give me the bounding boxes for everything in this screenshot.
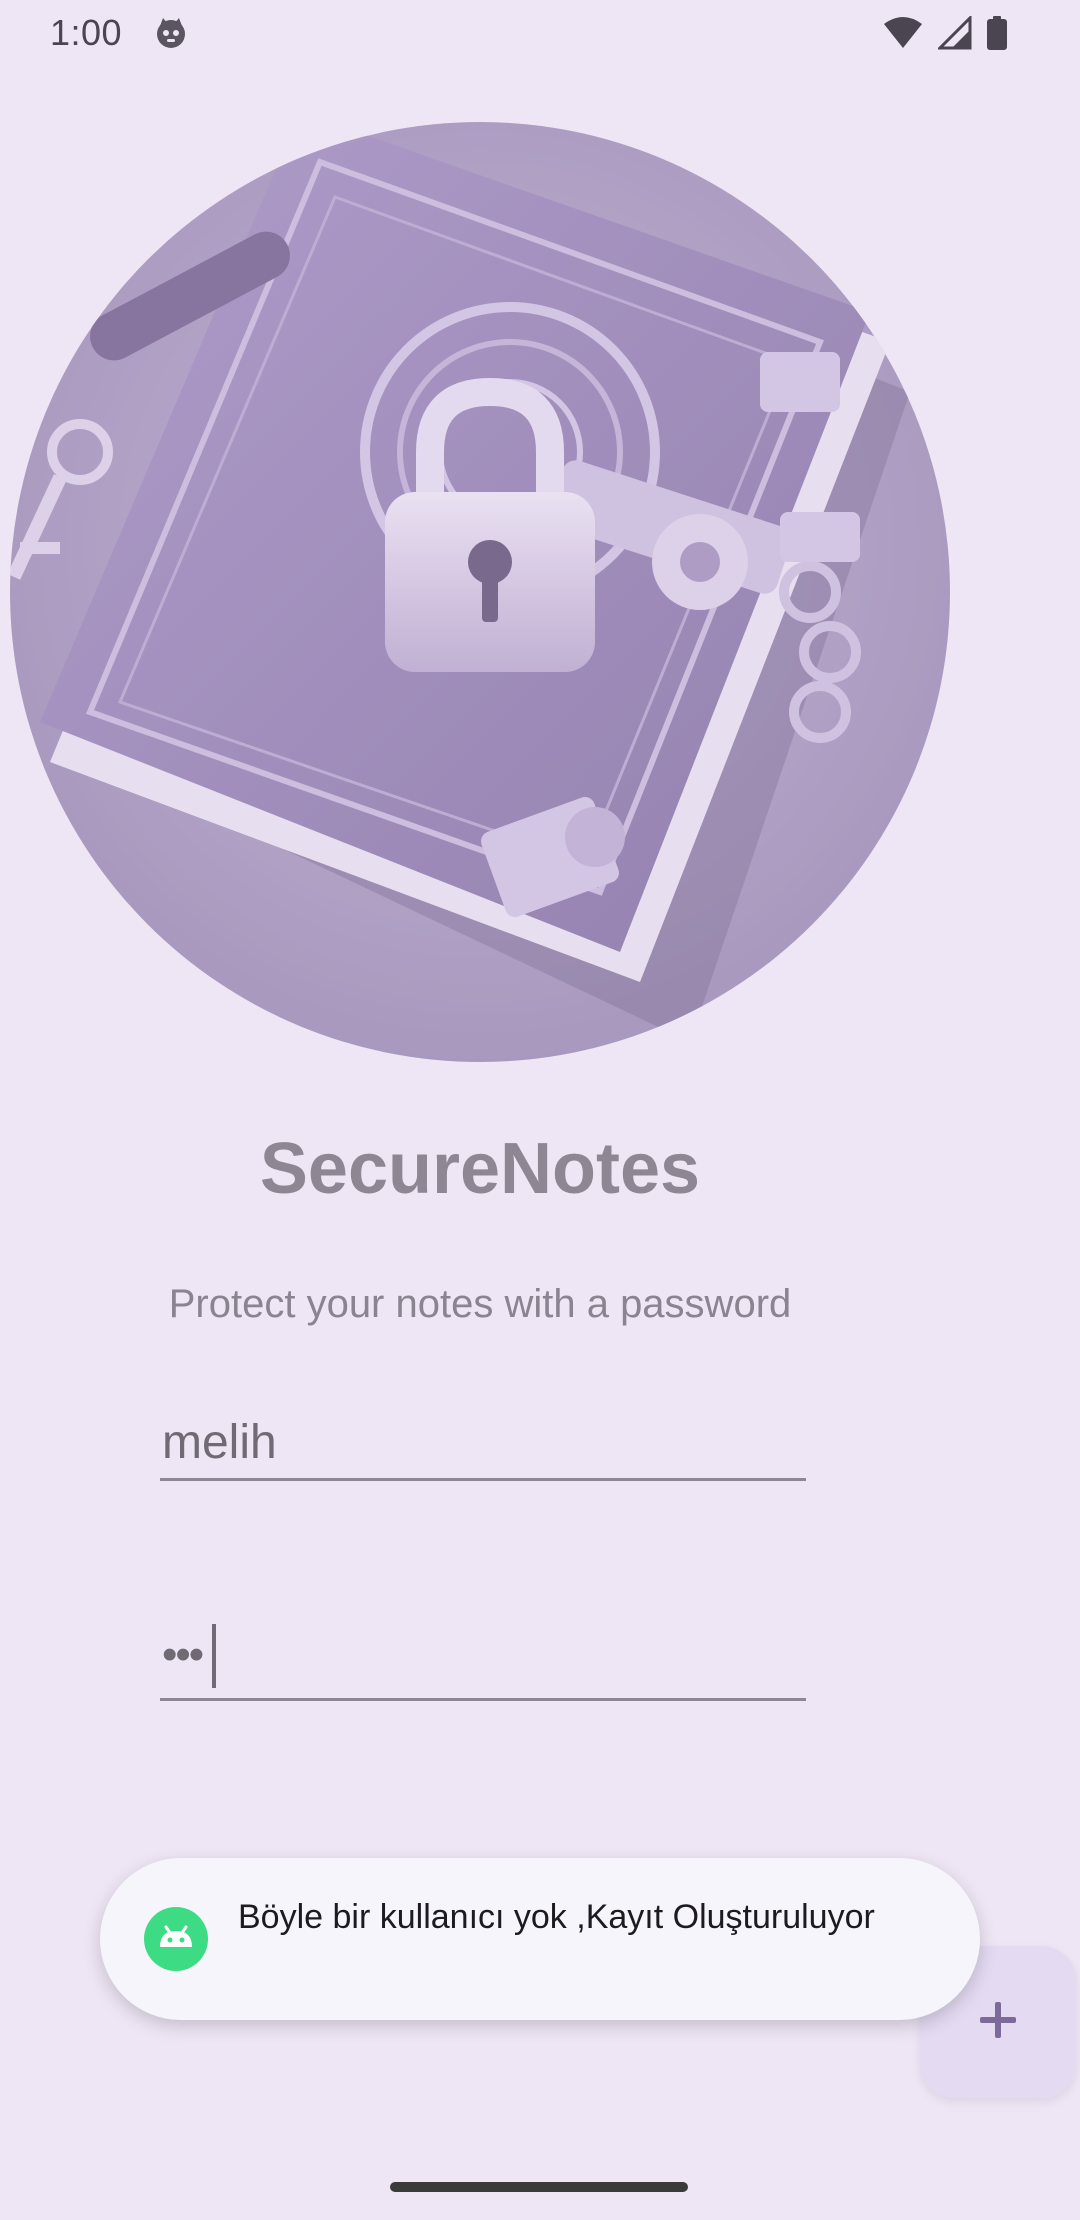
wifi-icon bbox=[884, 17, 922, 48]
username-field[interactable]: melih bbox=[160, 1408, 806, 1481]
username-value: melih bbox=[162, 1416, 277, 1469]
text-cursor bbox=[212, 1624, 216, 1688]
password-value: ••• bbox=[162, 1630, 204, 1679]
toast-text: Böyle bir kullanıcı yok ,Kayıt Oluşturul… bbox=[238, 1898, 875, 1936]
app-title: SecureNotes bbox=[259, 1129, 701, 1209]
battery-icon bbox=[987, 16, 1007, 50]
password-field[interactable]: ••• bbox=[160, 1620, 806, 1701]
hero-image bbox=[10, 122, 950, 1062]
signal-icon bbox=[938, 16, 972, 50]
gesture-bar[interactable] bbox=[390, 2182, 688, 2192]
plus-icon bbox=[980, 2002, 1016, 2038]
status-bar: 1:00 bbox=[0, 0, 1080, 64]
status-time: 1:00 bbox=[50, 12, 123, 53]
status-icons bbox=[882, 16, 1008, 50]
app-subtitle: Protect your notes with a password bbox=[168, 1282, 792, 1326]
android-icon bbox=[144, 1907, 208, 1971]
toast-message: Böyle bir kullanıcı yok ,Kayıt Oluşturul… bbox=[100, 1858, 980, 2020]
cat-app-icon bbox=[157, 18, 185, 48]
locked-notebook-image bbox=[10, 122, 950, 1062]
